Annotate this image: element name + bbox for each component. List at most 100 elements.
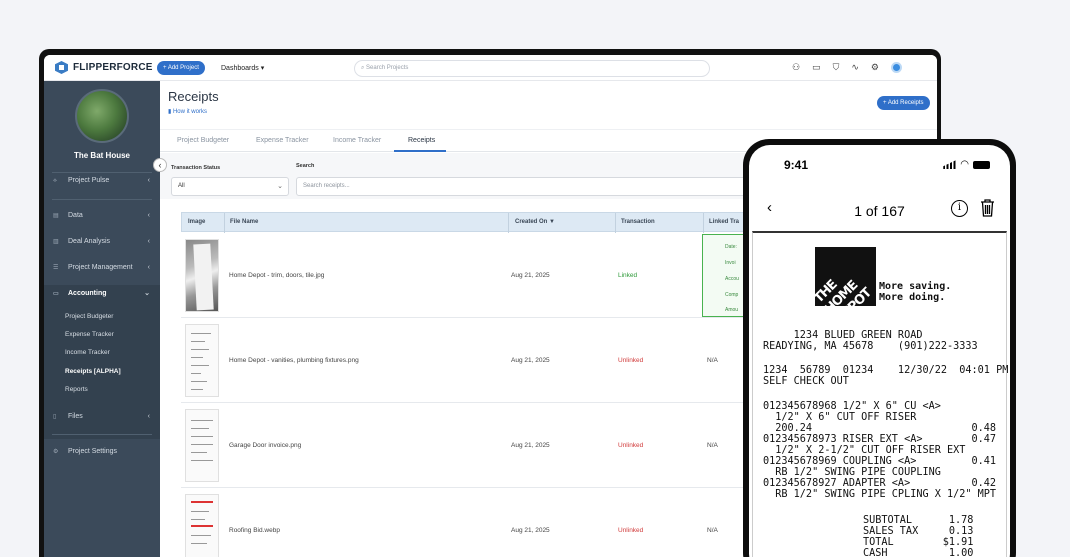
add-project-button[interactable]: + Add Project xyxy=(157,61,205,75)
property-name: The Bat House xyxy=(73,151,130,160)
receipt-thumbnail[interactable] xyxy=(185,409,219,482)
sidebar-item-project-management[interactable]: ☰ Project Management ‹ xyxy=(44,259,160,277)
table-row[interactable]: Garage Door invoice.png Aug 21, 2025 Unl… xyxy=(181,403,781,488)
phone-frame: 9:41 ◠ ‹ 1 of 167 i THE HOME DEPOT More … xyxy=(743,139,1016,557)
project-search-placeholder: Search Projects xyxy=(366,65,409,71)
transaction-info: 1234 56789 01234 12/30/22 04:01 PM SELF … xyxy=(763,365,1009,387)
receipt-counter: 1 of 167 xyxy=(854,203,905,219)
sidebar-item-label: Project Management xyxy=(68,264,133,271)
store-address: 1234 BLUED GREEN ROAD READYING, MA 45678… xyxy=(763,330,978,352)
calendar-icon[interactable]: ▭ xyxy=(812,62,821,73)
submenu-income-tracker[interactable]: Income Tracker xyxy=(44,349,160,356)
table-row[interactable]: Roofing Bid.webp Aug 21, 2025 Unlinked N… xyxy=(181,488,781,557)
tab-project-budgeter[interactable]: Project Budgeter xyxy=(177,137,229,144)
doc-line xyxy=(191,535,211,536)
column-separator xyxy=(508,213,509,233)
sidebar-item-files[interactable]: ▯ Files ‹ xyxy=(44,408,160,426)
database-icon: ▤ xyxy=(53,213,59,219)
search-label: Search xyxy=(296,163,315,169)
brand-logo[interactable]: FLIPPERFORCE xyxy=(55,61,153,74)
receipt-thumbnail[interactable] xyxy=(185,494,219,557)
doc-line xyxy=(191,519,205,520)
sidebar-item-project-pulse[interactable]: ⟡ Project Pulse ‹ xyxy=(44,172,160,190)
receipt-thumbnail[interactable] xyxy=(185,324,219,397)
column-created-on[interactable]: Created On ▼ xyxy=(515,219,555,225)
column-separator xyxy=(703,213,704,233)
sidebar-item-label: Accounting xyxy=(68,290,107,297)
column-separator xyxy=(224,213,225,233)
submenu-project-budgeter[interactable]: Project Budgeter xyxy=(44,313,160,320)
store-tagline: More saving. More doing. xyxy=(879,281,951,303)
chevron-left-icon: ‹ xyxy=(158,160,162,170)
phone-screen: 9:41 ◠ ‹ 1 of 167 i THE HOME DEPOT More … xyxy=(749,145,1010,557)
doc-line xyxy=(191,420,213,421)
transaction-status: Linked xyxy=(618,272,638,279)
table-row[interactable]: Home Depot - vanities, plumbing fixtures… xyxy=(181,318,781,403)
transaction-status: Unlinked xyxy=(618,442,644,449)
column-image: Image xyxy=(188,219,206,225)
file-name[interactable]: Home Depot - trim, doors, tile.jpg xyxy=(229,272,324,279)
sidebar-item-label: Project Settings xyxy=(68,448,118,455)
column-file-name[interactable]: File Name xyxy=(230,219,258,225)
transaction-status: Unlinked xyxy=(618,357,644,364)
column-transaction[interactable]: Transaction xyxy=(621,219,655,225)
sidebar-item-accounting[interactable]: ▭ Accounting ⌄ xyxy=(44,285,160,303)
line-items: 012345678968 1/2" X 6" CU <A> 1/2" X 6" … xyxy=(763,401,997,500)
chevron-left-icon: ‹ xyxy=(147,264,150,271)
collapse-sidebar-button[interactable]: ‹ xyxy=(153,158,167,172)
tagline-line: More doing. xyxy=(879,292,946,303)
sidebar-item-label: Deal Analysis xyxy=(68,238,111,245)
submenu-receipts[interactable]: Receipts [ALPHA] xyxy=(44,368,160,375)
file-name[interactable]: Home Depot - vanities, plumbing fixtures… xyxy=(229,357,359,364)
doc-line xyxy=(191,373,201,374)
sidebar-item-project-settings[interactable]: ⚙ Project Settings xyxy=(44,443,160,461)
add-receipts-button[interactable]: + Add Receipts xyxy=(877,96,930,110)
property-photo xyxy=(75,89,129,143)
receipt-thumbnail[interactable] xyxy=(185,239,219,312)
status-time: 9:41 xyxy=(784,158,809,172)
tab-income-tracker[interactable]: Income Tracker xyxy=(333,137,381,144)
transaction-status-label: Transaction Status xyxy=(171,165,221,171)
user-icon[interactable]: ⚇ xyxy=(792,62,800,73)
tab-expense-tracker[interactable]: Expense Tracker xyxy=(256,137,309,144)
table-row[interactable]: Home Depot - trim, doors, tile.jpg Aug 2… xyxy=(181,233,781,318)
column-separator xyxy=(615,213,616,233)
gear-icon[interactable]: ⚙ xyxy=(871,62,879,73)
submenu-reports[interactable]: Reports xyxy=(44,386,160,393)
file-name[interactable]: Roofing Bid.webp xyxy=(229,527,280,534)
created-on: Aug 21, 2025 xyxy=(511,527,550,534)
project-search-input[interactable]: ⌕ Search Projects xyxy=(354,60,710,77)
sidebar-item-deal-analysis[interactable]: ▥ Deal Analysis ‹ xyxy=(44,233,160,251)
doc-line xyxy=(191,452,207,453)
sidebar-item-label: Data xyxy=(68,212,83,219)
sidebar: The Bat House ⟡ Project Pulse ‹ ▤ Data ‹… xyxy=(44,81,160,557)
active-tab-indicator xyxy=(394,150,446,152)
user-avatar[interactable] xyxy=(890,62,902,73)
doc-line xyxy=(191,428,209,429)
chevron-left-icon: ‹ xyxy=(147,413,150,420)
linked-transaction: N/A xyxy=(707,442,718,449)
viewer-nav-bar: ‹ 1 of 167 i xyxy=(749,189,1010,227)
how-it-works-label: How it works xyxy=(172,109,207,115)
transaction-status-select[interactable]: All ⌄ xyxy=(171,177,289,196)
file-icon: ▯ xyxy=(53,414,57,420)
top-icons: ⚇ ▭ ⛉ ∿ ⚙ xyxy=(792,62,902,73)
sidebar-item-data[interactable]: ▤ Data ‹ xyxy=(44,207,160,225)
cart-icon[interactable]: ⛉ xyxy=(833,62,840,73)
file-name[interactable]: Garage Door invoice.png xyxy=(229,442,301,449)
tab-receipts[interactable]: Receipts xyxy=(408,137,435,144)
dashboards-menu[interactable]: Dashboards ▾ xyxy=(221,64,264,72)
how-it-works-link[interactable]: ▮ How it works xyxy=(168,108,207,115)
receipt-search-input[interactable]: Search receipts... xyxy=(296,177,766,196)
submenu-expense-tracker[interactable]: Expense Tracker xyxy=(44,331,160,338)
pulse-icon: ⟡ xyxy=(53,178,57,184)
doc-line xyxy=(191,365,209,366)
trash-icon[interactable] xyxy=(980,199,995,217)
linked-transaction: N/A xyxy=(707,527,718,534)
info-icon[interactable]: i xyxy=(951,200,968,217)
doc-line xyxy=(191,543,207,544)
sidebar-item-label: Files xyxy=(68,413,83,420)
sidebar-item-label: Project Pulse xyxy=(68,177,110,184)
pulse-icon[interactable]: ∿ xyxy=(851,62,859,73)
column-linked-transaction[interactable]: Linked Tra xyxy=(709,219,739,225)
